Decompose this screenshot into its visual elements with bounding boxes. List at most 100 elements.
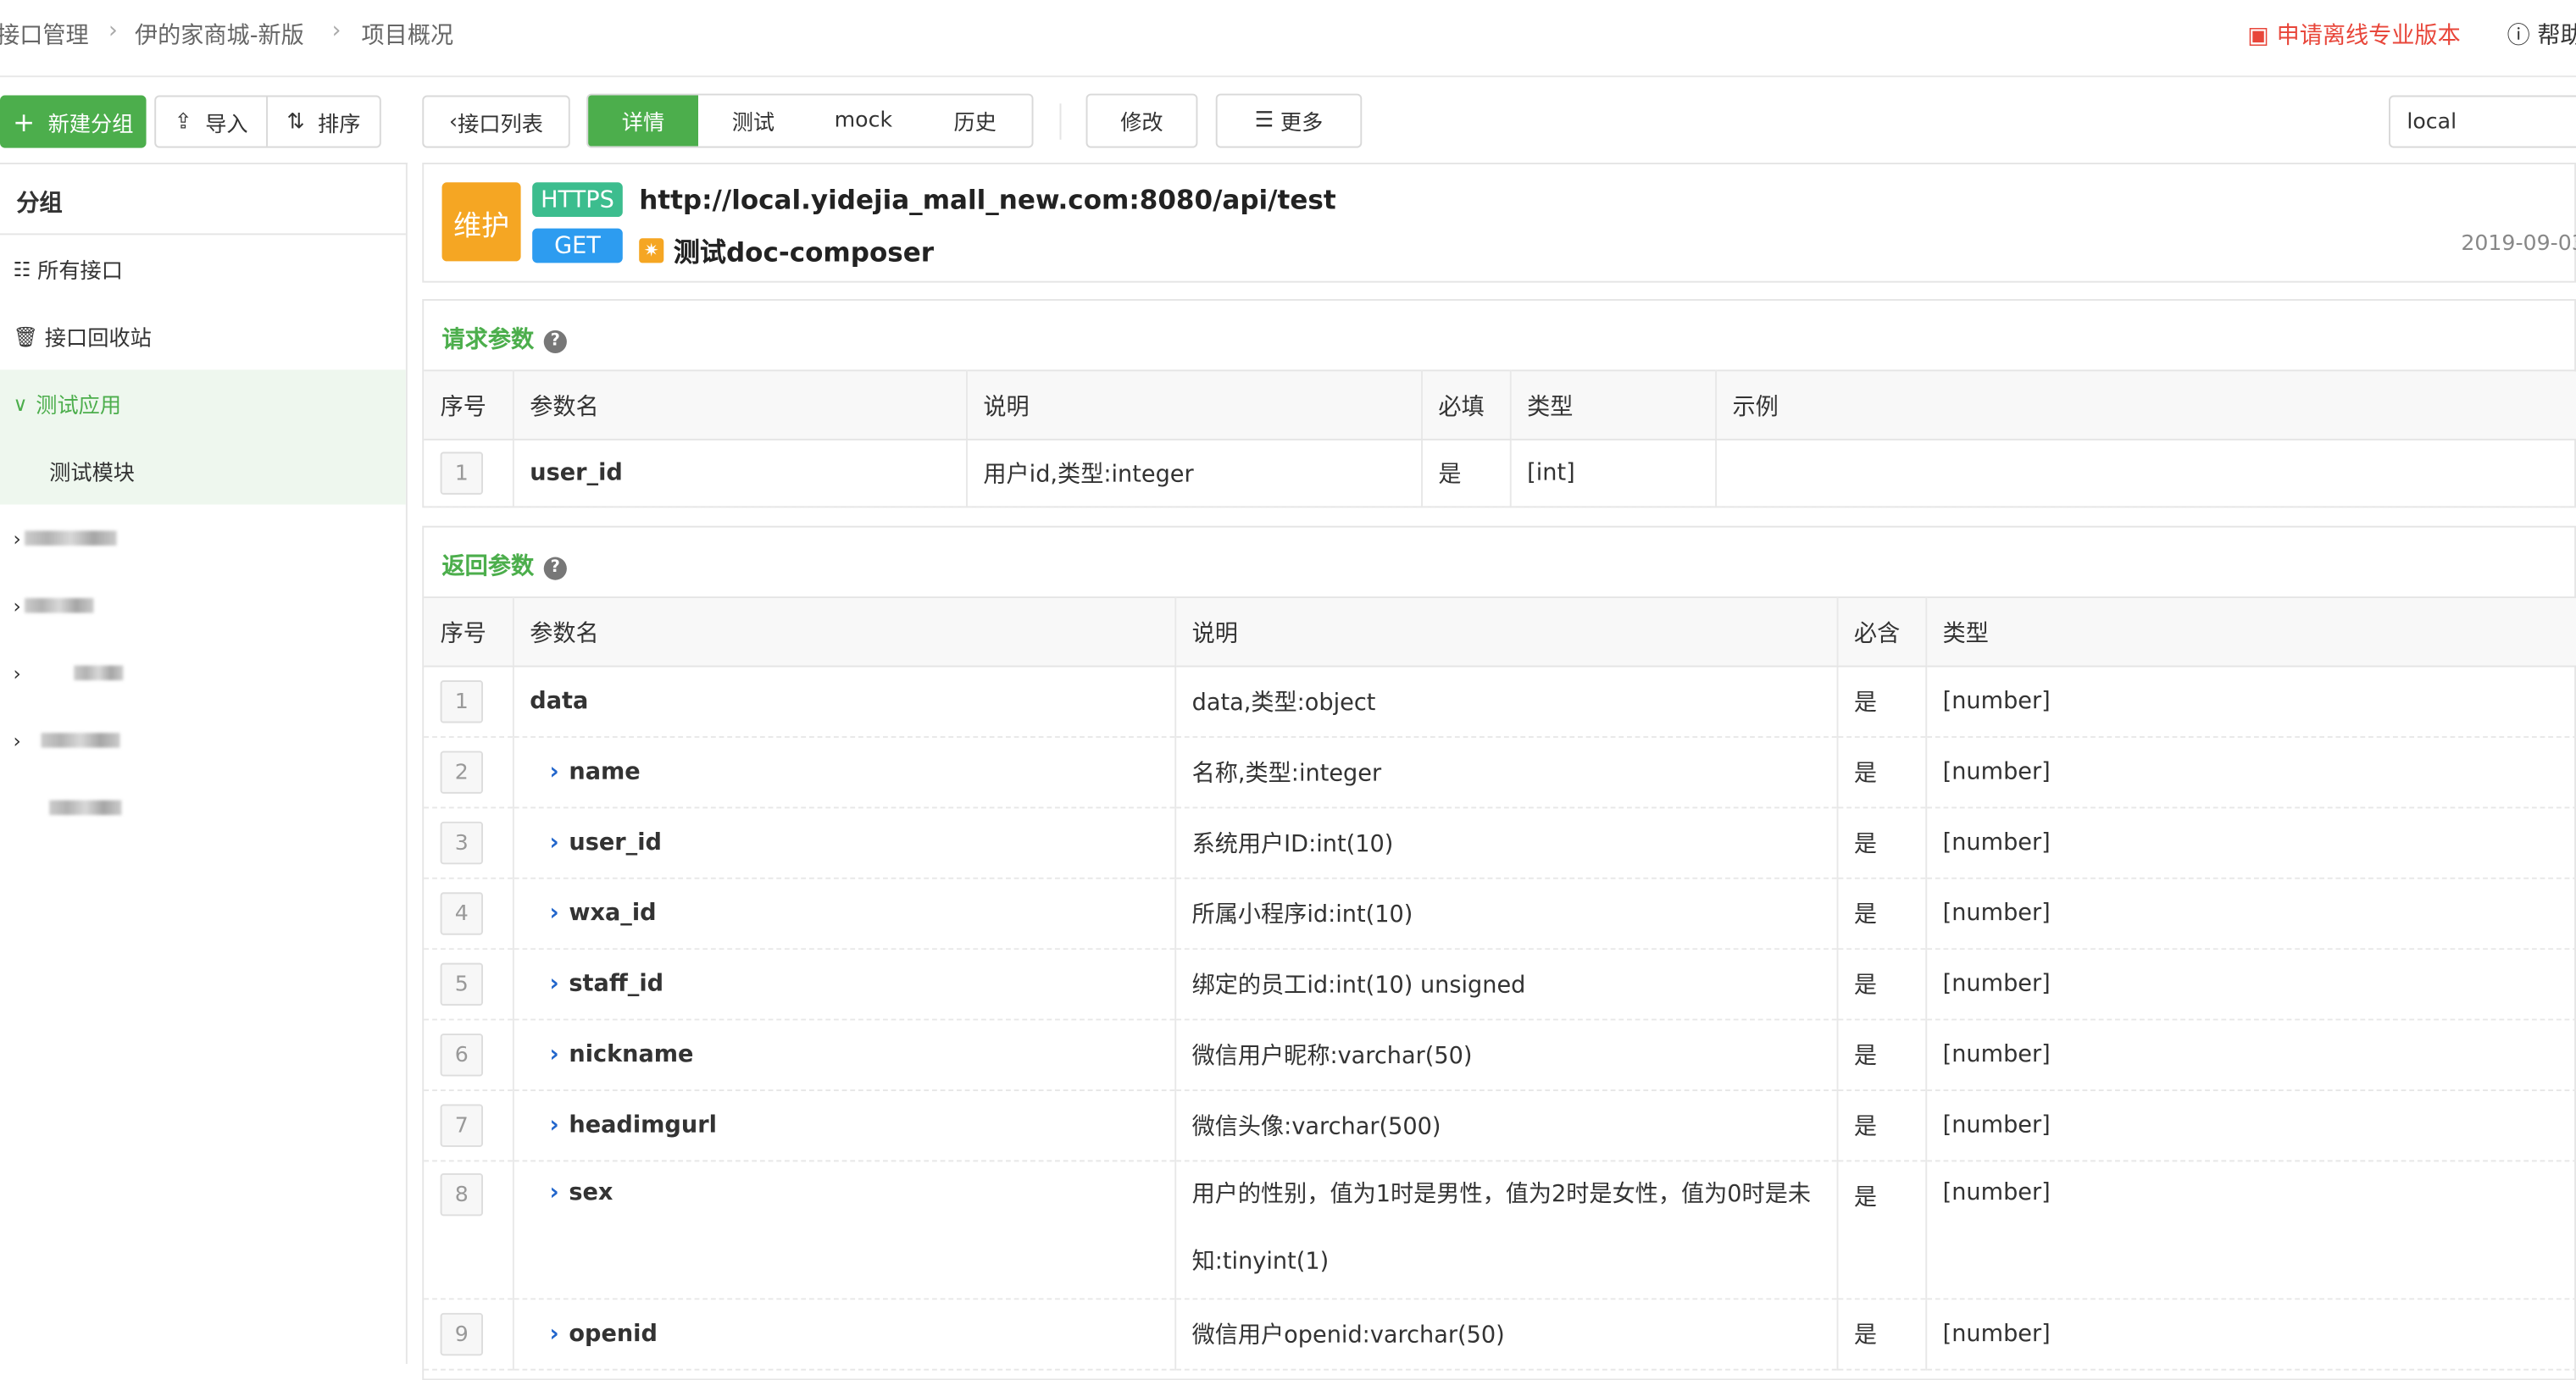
help-question-icon[interactable]: ? <box>543 557 567 580</box>
table-row: 7 › headimgurl 微信头像:varchar(500) 是 [numbe… <box>424 1089 2576 1162</box>
row-index: 4 <box>440 892 484 935</box>
response-params-table: 序号 参数名 说明 必含 类型 1 data data,类型:object 是 … <box>424 596 2576 1371</box>
back-to-list-button[interactable]: ‹ 接口列表 <box>422 95 570 148</box>
chevron-right-icon[interactable]: › <box>550 759 559 785</box>
chevron-right-icon[interactable]: › <box>550 1112 559 1139</box>
more-button[interactable]: ☰ 更多 <box>1215 93 1363 148</box>
param-desc: 微信头像:varchar(500) <box>1174 1089 1838 1162</box>
chevron-right-icon[interactable]: › <box>550 901 559 927</box>
chevron-left-icon: ‹ <box>449 108 458 135</box>
row-index: 1 <box>440 452 484 495</box>
param-name: staff_id <box>569 971 664 998</box>
param-name-cell: › wxa_id <box>512 878 1176 950</box>
param-name-cell: › openid <box>512 1299 1176 1371</box>
tab-history[interactable]: 历史 <box>919 96 1032 147</box>
param-required: 是 <box>1836 949 1927 1021</box>
row-index: 6 <box>440 1034 484 1077</box>
table-row: 9 › openid 微信用户openid:varchar(50) 是 [numb… <box>424 1299 2576 1371</box>
import-icon: ⇪ <box>174 108 192 135</box>
param-name: openid <box>569 1321 658 1348</box>
new-group-button[interactable]: + 新建分组 <box>0 95 147 148</box>
param-desc: 所属小程序id:int(10) <box>1174 878 1838 950</box>
param-desc: 名称,类型:integer <box>1174 736 1838 809</box>
row-index: 9 <box>440 1312 484 1356</box>
param-desc: 系统用户ID:int(10) <box>1174 807 1838 879</box>
help-link[interactable]: ⓘ 帮助 <box>2507 18 2576 51</box>
param-type: [number] <box>1925 1299 2576 1371</box>
param-name: user_id <box>569 829 662 856</box>
column-header: 示例 <box>1715 369 2576 441</box>
param-type: [int] <box>1509 439 1717 508</box>
sidebar-item-label: 接口回收站 <box>44 327 152 352</box>
param-type: [number] <box>1925 736 2576 809</box>
param-required: 是 <box>1836 1089 1927 1162</box>
param-desc: 微信用户openid:varchar(50) <box>1174 1299 1838 1371</box>
table-row: 2 › name 名称,类型:integer 是 [number] <box>424 736 2576 809</box>
environment-input[interactable]: local <box>2389 95 2576 148</box>
plus-icon: + <box>13 106 36 137</box>
sidebar-item-recycle-bin[interactable]: 🗑 接口回收站 <box>0 302 406 370</box>
sidebar-item-test-app[interactable]: ∨ 测试应用 <box>0 369 406 437</box>
clipboard-icon: ▣ <box>2247 23 2269 50</box>
sidebar-item-blurred[interactable]: › <box>0 504 406 572</box>
param-required: 是 <box>1836 666 1927 738</box>
new-group-label: 新建分组 <box>47 112 134 137</box>
api-url[interactable]: http://local.yidejia_mall_new.com:8080/a… <box>639 184 1335 215</box>
row-index: 8 <box>440 1172 484 1217</box>
chevron-right-icon: › <box>13 526 21 550</box>
param-name: data <box>512 666 1176 738</box>
top-bar: 接口管理 › 伊的家商城-新版 › 项目概况 ▣ 申请离线专业版本 ⓘ 帮助 <box>0 0 2576 78</box>
param-name-cell: › user_id <box>512 807 1176 879</box>
param-type: [number] <box>1925 949 2576 1021</box>
edit-button[interactable]: 修改 <box>1085 93 1198 148</box>
toolbar-divider <box>1059 103 1062 140</box>
redacted-label <box>24 530 117 546</box>
sidebar-item-blurred[interactable]: › <box>0 707 406 774</box>
param-name: nickname <box>569 1041 694 1068</box>
sidebar-item-blurred[interactable] <box>0 774 406 842</box>
chevron-right-icon: › <box>13 661 21 684</box>
param-example <box>1715 439 2576 508</box>
param-type: [number] <box>1925 1161 2576 1300</box>
sidebar-item-label: 测试应用 <box>36 394 122 419</box>
api-name: 测试doc-composer <box>673 236 935 269</box>
breadcrumb-item[interactable]: 伊的家商城-新版 <box>135 18 304 51</box>
column-header: 类型 <box>1509 369 1717 441</box>
apply-offline-label: 申请离线专业版本 <box>2276 23 2461 50</box>
column-header: 类型 <box>1925 596 2576 668</box>
trash-icon: 🗑 <box>13 324 39 348</box>
sidebar-item-all-apis[interactable]: ☷ 所有接口 <box>0 235 406 302</box>
table-row: 1 user_id 用户id,类型:integer 是 [int] <box>424 439 2576 508</box>
import-button[interactable]: ⇪ 导入 <box>156 97 269 147</box>
tab-test[interactable]: 测试 <box>698 96 808 147</box>
param-name: user_id <box>512 439 967 508</box>
sidebar-item-blurred[interactable]: › <box>0 572 406 640</box>
sort-button[interactable]: ⇅ 排序 <box>268 97 380 146</box>
sort-label: 排序 <box>318 112 361 137</box>
chevron-right-icon[interactable]: › <box>550 1322 559 1348</box>
redacted-label <box>41 733 120 748</box>
tab-detail[interactable]: 详情 <box>588 95 698 147</box>
param-required: 是 <box>1836 1019 1927 1091</box>
sidebar-item-blurred[interactable]: › <box>0 640 406 707</box>
apply-offline-link[interactable]: ▣ 申请离线专业版本 <box>2247 18 2460 51</box>
detail-tabs: 详情 测试 mock 历史 <box>586 93 1034 148</box>
chevron-right-icon[interactable]: › <box>550 971 559 997</box>
breadcrumb-item[interactable]: 接口管理 <box>0 18 89 51</box>
param-name: name <box>569 759 641 786</box>
chevron-right-icon[interactable]: › <box>550 1180 559 1206</box>
redacted-label <box>49 800 122 816</box>
table-row: 4 › wxa_id 所属小程序id:int(10) 是 [number] <box>424 878 2576 950</box>
help-question-icon[interactable]: ? <box>543 330 567 354</box>
chevron-right-icon[interactable]: › <box>550 1042 559 1068</box>
star-icon: ✷ <box>639 237 664 263</box>
request-params-title: 请求参数? <box>442 322 567 355</box>
row-index: 3 <box>440 821 484 865</box>
chevron-right-icon[interactable]: › <box>550 830 559 856</box>
tab-mock[interactable]: mock <box>808 96 919 147</box>
param-name-cell: › staff_id <box>512 949 1176 1021</box>
sidebar-item-test-module[interactable]: 测试模块 <box>0 436 406 505</box>
param-name-cell: › name <box>512 736 1176 809</box>
table-row: 1 data data,类型:object 是 [number] <box>424 666 2576 738</box>
column-header: 参数名 <box>512 369 967 441</box>
